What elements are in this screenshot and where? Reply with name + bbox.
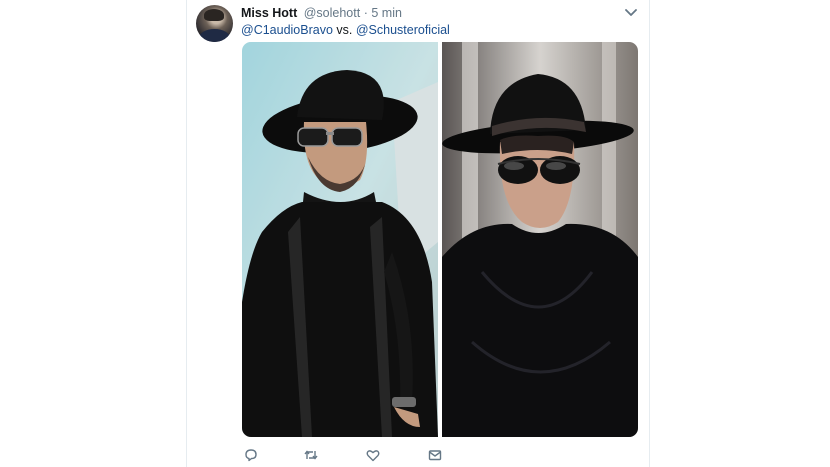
avatar[interactable]	[196, 5, 233, 42]
author-name[interactable]: Miss Hott	[241, 6, 297, 20]
tweet-actions	[242, 446, 452, 464]
photo-left[interactable]	[242, 42, 438, 437]
message-icon[interactable]	[426, 446, 444, 464]
reply-icon[interactable]	[242, 446, 260, 464]
reply-icon-svg	[245, 449, 257, 462]
mention-link[interactable]: @C1audioBravo	[241, 23, 333, 37]
chevron-down-icon-svg	[625, 9, 637, 16]
tweet-header: Miss Hott @solehott · 5 min	[241, 5, 402, 21]
tweet[interactable]: Miss Hott @solehott · 5 min @C1audioBrav…	[187, 0, 649, 467]
retweet-icon-svg	[304, 450, 318, 460]
header-separator: ·	[363, 6, 368, 20]
chevron-down-icon[interactable]	[624, 6, 638, 20]
tweet-time[interactable]: 5 min	[371, 6, 402, 20]
photo-right-image	[442, 42, 638, 437]
photo-right[interactable]	[442, 42, 638, 437]
tweet-media[interactable]	[242, 42, 638, 437]
tweet-connector: vs.	[332, 23, 356, 37]
avatar-shoulder	[199, 29, 230, 42]
message-icon-svg	[428, 450, 442, 461]
like-icon[interactable]	[364, 446, 382, 464]
retweet-icon[interactable]	[302, 446, 320, 464]
like-icon-svg	[366, 450, 380, 462]
avatar-hair	[204, 9, 224, 21]
timeline-right-border	[649, 0, 650, 467]
author-handle[interactable]: @solehott	[304, 6, 360, 20]
tweet-text: @C1audioBravo vs. @Schusteroficial	[241, 22, 450, 38]
photo-left-image	[242, 42, 438, 437]
mention-link[interactable]: @Schusteroficial	[356, 23, 450, 37]
